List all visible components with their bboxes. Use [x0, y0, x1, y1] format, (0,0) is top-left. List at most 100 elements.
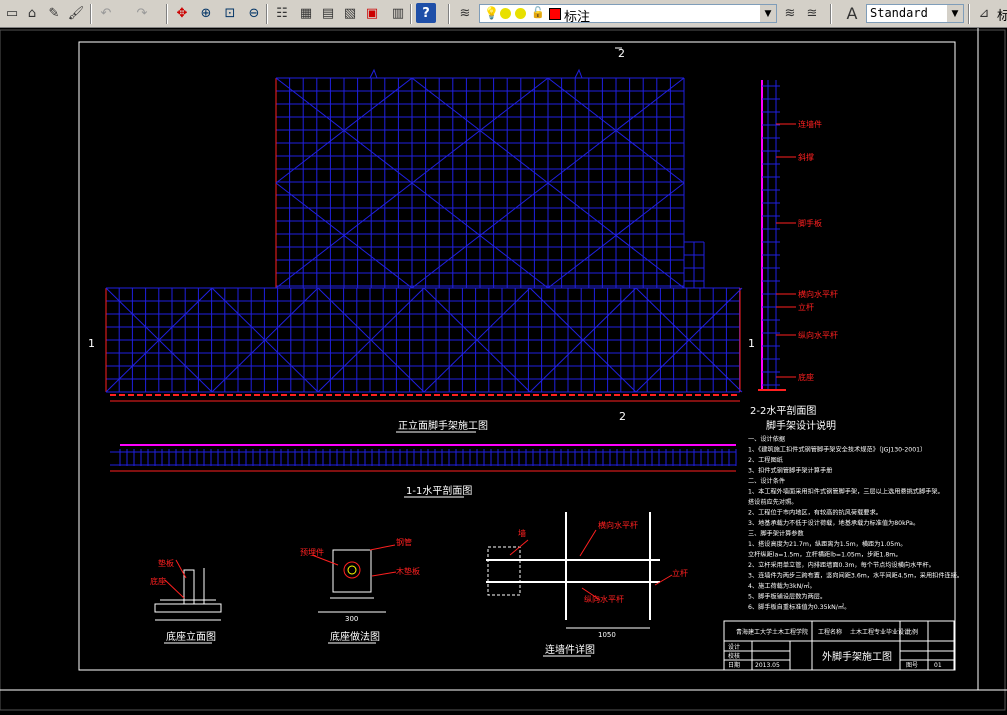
tb-sheet-no: 01 — [934, 662, 942, 669]
pipe-section — [343, 561, 361, 579]
leader-line — [369, 544, 396, 551]
tie-detail: 墙 横向水平杆 纵向水平杆 立杆 1050 — [486, 512, 688, 639]
design-note-line: 3、扣件式钢管脚手架计算手册 — [748, 467, 832, 475]
scaffold-grid-upper — [275, 77, 685, 288]
design-note-line: 1、《建筑施工扣件式钢管脚手架安全技术规范》（JGJ130-2001） — [748, 446, 926, 454]
wall-detail: 预埋件 木垫板 钢管 300 — [300, 537, 420, 623]
layer-manager-icon[interactable]: ≋ — [455, 3, 475, 23]
tb-company: 青海建工大学土木工程学院 — [736, 628, 808, 636]
text-style-name: Standard — [870, 6, 928, 20]
new-icon[interactable]: ▭ — [2, 3, 22, 23]
design-note-line: 3、连墙件为两步三跨布置，竖向间距3.6m，水平间距4.5m，采用扣件连接。 — [748, 572, 963, 580]
leader-line — [371, 571, 397, 577]
design-center-icon[interactable]: ▦ — [296, 3, 316, 23]
drawing-area[interactable]: 2 2 1 1 正立面脚手架施工图 1-1水平剖面图 2-2水平剖面图 连墙件斜… — [0, 28, 1007, 711]
design-notes: 一、设计依据 1、《建筑施工扣件式钢管脚手架安全技术规范》（JGJ130-2001… — [748, 435, 963, 611]
calculator-icon[interactable]: ▥ — [388, 3, 408, 23]
matchprop-icon[interactable]: 🖌 — [66, 3, 86, 23]
section-mark-1-left: 1 — [88, 337, 95, 350]
properties-icon[interactable]: ☷ — [272, 3, 292, 23]
base-detail: 垫板 底座 — [150, 558, 222, 621]
leader-line — [579, 529, 597, 557]
break-line — [369, 68, 583, 79]
text-style-dropdown[interactable]: Standard ▼ — [866, 4, 964, 23]
pan-icon[interactable]: ✥ — [172, 3, 192, 23]
save-icon[interactable]: ✎ — [44, 3, 64, 23]
toolbar-separator — [448, 4, 450, 24]
section-mark-2-bottom: 2 — [619, 410, 626, 423]
design-note-line: 1、搭设高度为21.7m，纵距离为1.5m，横距为1.05m。 — [748, 540, 906, 548]
design-note-line: 5、脚手板铺设层数为两层。 — [748, 593, 826, 601]
zoom-previous-icon[interactable]: ⊖ — [244, 3, 264, 23]
toolbar-separator — [410, 4, 412, 24]
redo-icon[interactable]: ↷ — [132, 3, 152, 23]
base-label-seat: 底座 — [150, 576, 166, 586]
section-2-2-label: 立杆 — [798, 302, 814, 312]
section-2-2-label: 横向水平杆 — [798, 289, 838, 299]
design-note-line: 一、设计依据 — [748, 435, 785, 443]
sun-icon — [500, 8, 511, 19]
help-icon[interactable]: ? — [416, 3, 436, 23]
tool-palettes-icon[interactable]: ▤ — [318, 3, 338, 23]
chevron-down-icon[interactable]: ▼ — [760, 5, 776, 22]
toolbar-separator — [830, 4, 832, 24]
design-note-line: 3、地基承载力不低于设计荷载，地基承载力标准值为80kPa。 — [748, 519, 919, 527]
open-icon[interactable]: ⌂ — [22, 3, 42, 23]
base-post — [183, 569, 195, 605]
undo-icon[interactable]: ↶ — [96, 3, 116, 23]
tie-dimension: 1050 — [598, 631, 616, 639]
base-detail-title: 底座立面图 — [166, 630, 216, 643]
design-note-line: 2、工程图纸 — [748, 456, 783, 464]
toolbar-separator — [166, 4, 168, 24]
tb-project-name: 土木工程专业毕业设计 — [850, 628, 910, 636]
pipe-core — [347, 565, 357, 575]
section-2-2-label: 纵向水平杆 — [798, 330, 838, 340]
section-mark-2-top: 2 — [618, 47, 625, 60]
chevron-down-icon[interactable]: ▼ — [947, 5, 963, 22]
scaffold-grid-lower — [105, 287, 741, 393]
cad-drawing: 2 2 1 1 正立面脚手架施工图 1-1水平剖面图 2-2水平剖面图 连墙件斜… — [0, 28, 1007, 711]
layer-dropdown[interactable]: 💡 🔓 标注 ▼ — [479, 4, 777, 25]
wall-detail-title: 底座做法图 — [330, 630, 380, 643]
tb-sheet-label: 图号 — [906, 662, 918, 669]
wall-label-pipe: 钢管 — [396, 537, 412, 547]
design-note-line: 二、设计条件 — [748, 477, 785, 485]
title-block: 青海建工大学土木工程学院 工程名称 土木工程专业毕业设计 比例 设计 校核 日期… — [723, 620, 955, 671]
section-2-2-drawing — [758, 80, 786, 391]
tb-scale-label: 比例 — [906, 628, 918, 636]
layer-previous-icon[interactable]: ≊ — [802, 3, 822, 23]
plan-1-1-drawing — [110, 444, 737, 472]
layer-color-swatch — [549, 8, 561, 20]
standard-toolbar: ▭ ⌂ ✎ 🖌 ↶ ↷ ✥ ⊕ ⊡ ⊖ ☷ ▦ ▤ ▧ ▣ ▥ ? ≋ 💡 🔓 … — [0, 0, 1007, 28]
section-mark-1-right: 1 — [748, 337, 755, 350]
dim-style-icon[interactable]: ⊿ — [974, 3, 994, 23]
section-2-2-title: 2-2水平剖面图 — [750, 404, 816, 417]
tie-detail-title: 连墙件详图 — [545, 643, 595, 656]
tie-label-wall: 墙 — [518, 528, 526, 538]
sheet-set-icon[interactable]: ▧ — [340, 3, 360, 23]
markup-icon[interactable]: ▣ — [362, 3, 382, 23]
base-label-pad: 垫板 — [158, 558, 174, 568]
wall-dimension: 300 — [345, 615, 358, 623]
front-elevation-title: 正立面脚手架施工图 — [398, 419, 488, 432]
zoom-window-icon[interactable]: ⊡ — [220, 3, 240, 23]
tie-label-long: 纵向水平杆 — [584, 594, 624, 604]
design-note-line: 2、工程位于市内地区，有较高的抗风荷载要求。 — [748, 509, 882, 517]
tb-checked-label: 校核 — [728, 652, 740, 660]
unlock-icon: 🔓 — [531, 6, 545, 19]
toolbar-separator — [968, 4, 970, 24]
leader-line — [164, 579, 185, 599]
design-note-line: 2、立杆采用单立管，内排距墙面0.3m，每个节点均设横向水平杆。 — [748, 561, 935, 569]
design-note-line: 1、本工程外墙面采用扣件式钢管脚手架，三层以上选用悬挑式脚手架。 — [748, 488, 944, 496]
text-style-icon[interactable]: A — [842, 3, 862, 23]
tb-date-label: 日期 — [728, 661, 740, 669]
toolbar-separator — [90, 4, 92, 24]
tb-date: 2013.05 — [755, 662, 780, 669]
wall-block — [332, 549, 372, 593]
layer-state-icon[interactable]: ≋ — [780, 3, 800, 23]
section-2-2-label: 底座 — [798, 372, 814, 382]
wall-label-embed: 预埋件 — [300, 547, 324, 557]
zoom-realtime-icon[interactable]: ⊕ — [196, 3, 216, 23]
tb-design-label: 设计 — [728, 643, 740, 651]
light-bulb-icon: 💡 — [484, 6, 499, 20]
